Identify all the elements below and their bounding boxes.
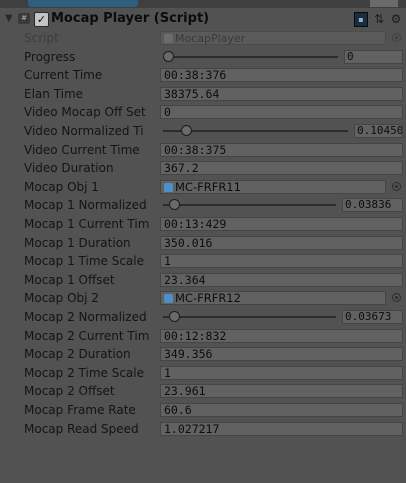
field-row: Mocap Frame Rate 60.6 [0,402,406,419]
field-row: Script MocapPlayer [0,30,406,47]
text-field[interactable]: 1 [160,254,403,268]
text-field[interactable]: 00:38:375 [160,143,403,157]
text-field[interactable]: 367.2 [160,161,403,175]
field-label: Mocap 2 Offset [24,384,115,398]
fold-arrow-icon[interactable]: ▼ [5,13,13,24]
text-field[interactable]: 60.6 [160,403,403,417]
slider-handle[interactable] [169,199,180,210]
slider[interactable] [163,198,336,212]
object-field: MocapPlayer [160,31,386,45]
field-label: Mocap 1 Normalized [24,198,147,212]
field-row: Mocap Obj 2 MC-FRFR12 [0,290,406,307]
book-icon[interactable]: ▪ [354,12,368,27]
settings-sliders-icon[interactable]: ⇅ [373,12,385,26]
field-row: Progress 0 [0,49,406,66]
field-row: Current Time 00:38:376 [0,67,406,84]
game-object-icon [164,294,173,303]
slider-value-field[interactable]: 0 [344,50,403,64]
text-field[interactable]: 349.356 [160,347,403,361]
field-row: Elan Time 38375.64 [0,86,406,103]
object-picker-icon[interactable] [392,293,401,302]
field-label: Mocap 2 Normalized [24,310,147,324]
object-field-value: MocapPlayer [175,32,246,45]
text-field[interactable]: 1 [160,366,403,380]
slider[interactable] [163,50,338,64]
field-row: Mocap 2 Current Tim 00:12:832 [0,328,406,345]
text-field[interactable]: 350.016 [160,236,403,250]
object-field[interactable]: MC-FRFR11 [160,180,386,194]
text-field[interactable]: 23.364 [160,273,403,287]
slider-value-field[interactable]: 0.03673 [342,310,403,324]
field-label: Video Current Time [24,143,140,157]
previous-component-strip [0,0,406,8]
component-header[interactable]: ▼ # ✓ Mocap Player (Script) ▪ ⇅ ⚙ [0,9,406,29]
text-field[interactable]: 0 [160,105,403,119]
object-picker-icon[interactable] [392,182,401,191]
text-field[interactable]: 1.027217 [160,422,403,436]
field-row: Video Duration 367.2 [0,160,406,177]
field-row: Video Mocap Off Set 0 [0,104,406,121]
text-field[interactable]: 00:38:376 [160,68,403,82]
field-row: Mocap 1 Current Tim 00:13:429 [0,216,406,233]
object-field-value: MC-FRFR11 [175,180,241,194]
text-field[interactable]: 00:12:832 [160,329,403,343]
script-icon: # [18,13,30,24]
field-label: Progress [24,50,76,64]
slider-track[interactable] [163,204,336,206]
enable-checkbox[interactable]: ✓ [34,12,49,27]
component-title: Mocap Player (Script) [51,11,210,26]
field-label: Mocap Read Speed [24,422,139,436]
field-label: Mocap Obj 1 [24,180,99,194]
slider[interactable] [163,124,348,138]
field-label: Script [24,31,59,45]
field-row: Mocap Read Speed 1.027217 [0,421,406,438]
slider-track[interactable] [163,316,336,318]
field-label: Video Mocap Off Set [24,105,146,119]
field-row: Mocap 1 Time Scale 1 [0,253,406,270]
field-row: Video Current Time 00:38:375 [0,142,406,159]
field-row: Video Normalized Ti 0.10450 [0,123,406,140]
slider-value-field[interactable]: 0.10450 [354,124,403,138]
slider[interactable] [163,310,336,324]
field-row: Mocap 1 Normalized 0.03836 [0,197,406,214]
field-row: Mocap 2 Offset 23.961 [0,383,406,400]
field-label: Mocap 2 Current Tim [24,329,150,343]
field-row: Mocap 2 Time Scale 1 [0,365,406,382]
slider-track[interactable] [163,56,338,58]
field-label: Mocap 1 Duration [24,236,131,250]
field-row: Mocap 2 Duration 349.356 [0,346,406,363]
field-row: Mocap 1 Duration 350.016 [0,235,406,252]
gear-icon[interactable]: ⚙ [390,12,402,26]
script-asset-icon [164,34,173,43]
slider-handle[interactable] [163,51,174,62]
slider-handle[interactable] [169,311,180,322]
object-picker-icon [392,33,401,42]
field-label: Mocap 2 Duration [24,347,131,361]
field-label: Current Time [24,68,103,82]
field-label: Mocap 2 Time Scale [24,366,144,380]
slider-handle[interactable] [181,125,192,136]
object-field-value: MC-FRFR12 [175,291,241,305]
text-field[interactable]: 38375.64 [160,87,403,101]
previous-component-icons [370,0,398,7]
field-label: Mocap Frame Rate [24,403,136,417]
text-field[interactable]: 00:13:429 [160,217,403,231]
field-row: Mocap Obj 1 MC-FRFR11 [0,179,406,196]
previous-component-header [28,0,138,7]
field-label: Mocap 1 Current Tim [24,217,150,231]
field-label: Elan Time [24,87,84,101]
game-object-icon [164,183,173,192]
field-label: Mocap 1 Offset [24,273,115,287]
field-label: Mocap Obj 2 [24,291,99,305]
field-label: Mocap 1 Time Scale [24,254,144,268]
object-field[interactable]: MC-FRFR12 [160,291,386,305]
field-label: Video Normalized Ti [24,124,144,138]
text-field[interactable]: 23.961 [160,384,403,398]
field-row: Mocap 1 Offset 23.364 [0,272,406,289]
field-label: Video Duration [24,161,114,175]
slider-value-field[interactable]: 0.03836 [342,198,403,212]
field-row: Mocap 2 Normalized 0.03673 [0,309,406,326]
